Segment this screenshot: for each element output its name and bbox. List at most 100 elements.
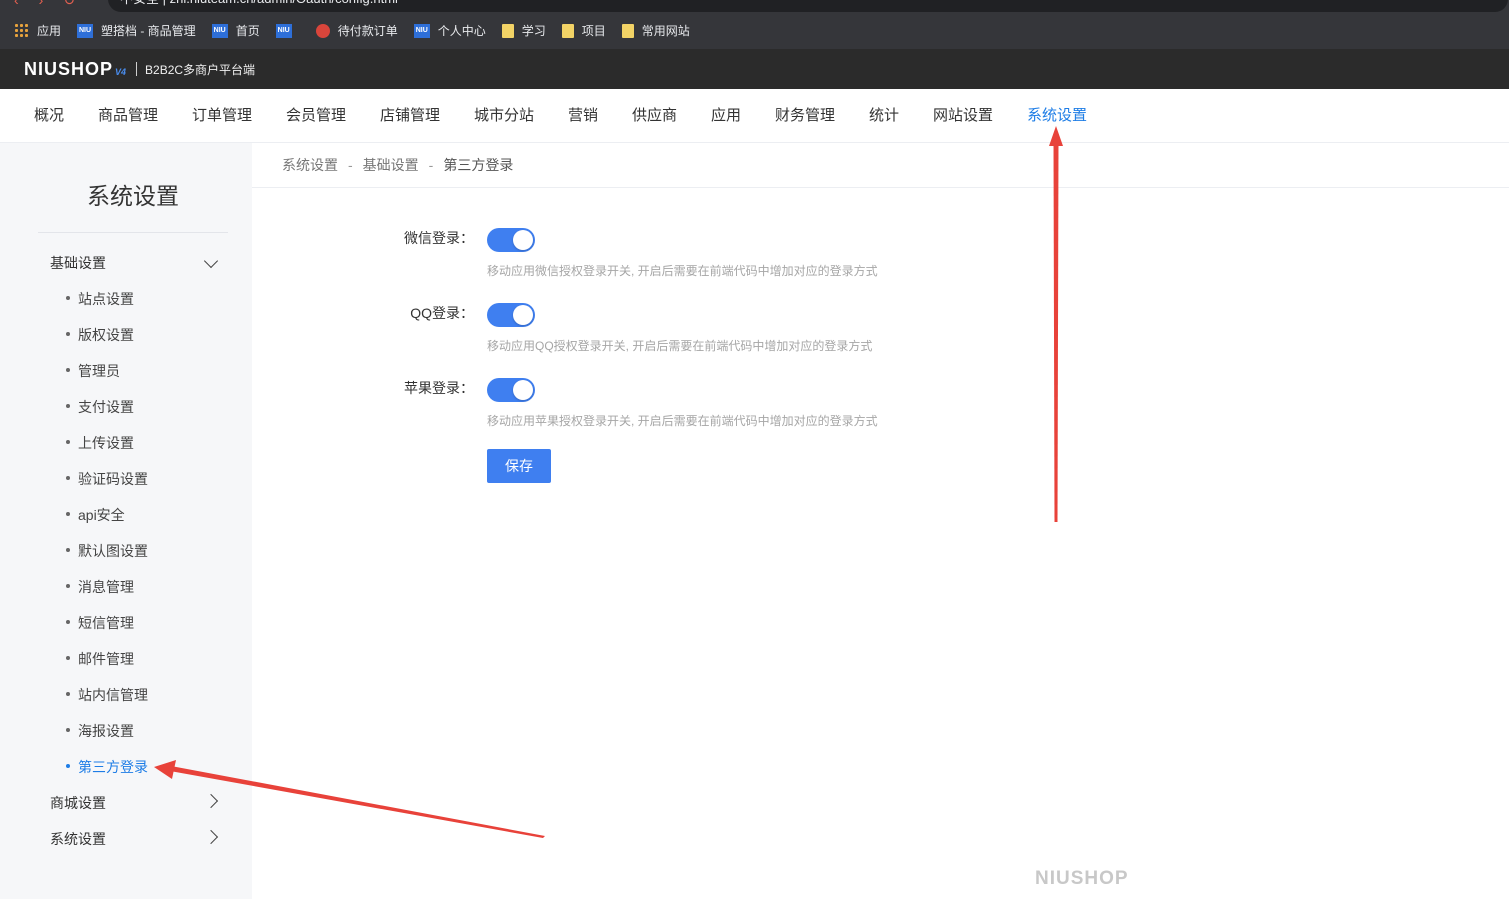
sidebar-item-administrators[interactable]: 管理员 — [66, 361, 120, 381]
wechat-login-hint: 移动应用微信授权登录开关, 开启后需要在前端代码中增加对应的登录方式 — [487, 264, 878, 278]
sidebar-item-email-management[interactable]: 邮件管理 — [66, 649, 134, 669]
bullet-dot — [66, 764, 70, 769]
bookmarks-bar: 应用 NIU 塑搭档 - 商品管理 NIU 首页 NIU 待付款订单 NIU 个人中心… — [0, 12, 1509, 49]
sidebar-item-label: 支付设置 — [78, 399, 134, 415]
sidebar-title: 系统设置 — [87, 183, 179, 209]
bookmark-label: 项目 — [581, 24, 606, 38]
nav-stores[interactable]: 店铺管理 — [380, 89, 440, 143]
niushop-logo[interactable]: NIUSHOP — [24, 59, 113, 80]
nav-orders[interactable]: 订单管理 — [192, 89, 252, 143]
apple-login-toggle[interactable] — [487, 378, 535, 402]
qq-login-hint: 移动应用QQ授权登录开关, 开启后需要在前端代码中增加对应的登录方式 — [487, 339, 873, 353]
sidebar-item-label: 站点设置 — [78, 291, 134, 307]
nav-overview[interactable]: 概况 — [34, 89, 64, 143]
nav-members[interactable]: 会员管理 — [286, 89, 346, 143]
bullet-dot — [66, 584, 70, 589]
nav-products[interactable]: 商品管理 — [98, 89, 158, 143]
bullet-dot — [66, 296, 70, 301]
toggle-knob — [513, 230, 533, 250]
sidebar-item-label: 短信管理 — [78, 615, 134, 631]
bookmark-folder-projects[interactable]: 项目 — [561, 22, 606, 39]
nav-apps[interactable]: 应用 — [711, 89, 741, 143]
bookmark-folder-sites[interactable]: 常用网站 — [621, 22, 690, 39]
sidebar-item-payment-settings[interactable]: 支付设置 — [66, 397, 134, 417]
sidebar-item-captcha-settings[interactable]: 验证码设置 — [66, 469, 148, 489]
bullet-dot — [66, 332, 70, 337]
bookmark-home[interactable]: NIU 首页 — [211, 22, 260, 39]
toggle-knob — [513, 380, 533, 400]
bookmark-label: 塑搭档 - 商品管理 — [101, 24, 196, 38]
wechat-login-label: 微信登录： — [404, 230, 474, 246]
sidebar-item-api-security[interactable]: api安全 — [66, 505, 125, 525]
breadcrumb-separator: - — [348, 157, 353, 173]
bullet-dot — [66, 620, 70, 625]
logo-divider — [136, 62, 138, 76]
breadcrumb-third-party-login: 第三方登录 — [443, 157, 514, 173]
qq-login-toggle[interactable] — [487, 303, 535, 327]
bookmark-pending-orders[interactable]: 待付款订单 — [315, 22, 398, 39]
sidebar-item-sms-management[interactable]: 短信管理 — [66, 613, 134, 633]
apple-login-hint: 移动应用苹果授权登录开关, 开启后需要在前端代码中增加对应的登录方式 — [487, 414, 878, 428]
address-bar[interactable]: 不安全 | zhi.niuteam.cn/admin/Oauth/config.… — [108, 0, 1508, 12]
bookmark-product-management[interactable]: NIU 塑搭档 - 商品管理 — [77, 22, 196, 39]
sidebar-item-site-settings[interactable]: 站点设置 — [66, 289, 134, 309]
qq-login-label: QQ登录： — [410, 305, 474, 321]
bookmark-personal-center[interactable]: NIU 个人中心 — [413, 22, 486, 39]
toggle-knob — [513, 305, 533, 325]
nav-finance[interactable]: 财务管理 — [775, 89, 835, 143]
nav-marketing[interactable]: 营销 — [568, 89, 598, 143]
sidebar-item-message-management[interactable]: 消息管理 — [66, 577, 134, 597]
sidebar-group-system-settings[interactable]: 系统设置 — [50, 829, 106, 849]
save-button[interactable]: 保存 — [487, 449, 551, 483]
sidebar-item-label: 默认图设置 — [78, 543, 148, 559]
sidebar-group-mall-settings[interactable]: 商城设置 — [50, 793, 106, 813]
logo-version: V4 — [115, 67, 127, 77]
nav-city-stations[interactable]: 城市分站 — [474, 89, 534, 143]
sidebar-item-internal-mail[interactable]: 站内信管理 — [66, 685, 148, 705]
sidebar-item-label: api安全 — [78, 507, 125, 523]
breadcrumb-system-settings[interactable]: 系统设置 — [282, 157, 338, 173]
bullet-dot — [66, 692, 70, 697]
sidebar-item-label: 站内信管理 — [78, 687, 148, 703]
breadcrumb-separator: - — [428, 157, 434, 173]
sidebar-item-upload-settings[interactable]: 上传设置 — [66, 433, 134, 453]
chevron-right-icon[interactable] — [203, 829, 219, 845]
platform-name: B2B2C多商户平台端 — [145, 62, 256, 77]
nav-system-settings[interactable]: 系统设置 — [1027, 89, 1087, 143]
bullet-dot — [66, 440, 70, 445]
nav-statistics[interactable]: 统计 — [869, 89, 899, 143]
nav-suppliers[interactable]: 供应商 — [632, 89, 677, 143]
bookmark-label: 应用 — [37, 24, 62, 38]
breadcrumb-basic-settings[interactable]: 基础设置 — [363, 157, 419, 173]
browser-nav-icons[interactable]: ‹›↻ — [14, 0, 95, 9]
bookmark-folder-study[interactable]: 学习 — [501, 22, 546, 39]
sidebar-item-label: 第三方登录 — [78, 759, 148, 775]
bookmark-label: 学习 — [521, 24, 546, 38]
sidebar-item-label: 版权设置 — [78, 327, 134, 343]
nav-website-settings[interactable]: 网站设置 — [933, 89, 993, 143]
admin-header: NIUSHOP V4 B2B2C多商户平台端 — [0, 49, 1509, 89]
bookmark-apps[interactable]: 应用 — [14, 22, 61, 39]
niu-favicon-icon: NIU — [77, 23, 94, 38]
bookmark-label: 首页 — [235, 24, 260, 38]
wechat-login-toggle[interactable] — [487, 228, 535, 252]
sidebar-item-label: 验证码设置 — [78, 471, 148, 487]
bullet-dot — [66, 548, 70, 553]
bookmark-label: 个人中心 — [437, 24, 486, 38]
main-nav: 概况 商品管理 订单管理 会员管理 店铺管理 城市分站 营销 供应商 应用 财务… — [0, 89, 1509, 143]
sidebar-item-copyright-settings[interactable]: 版权设置 — [66, 325, 134, 345]
chevron-down-icon[interactable] — [203, 253, 219, 269]
sidebar-item-third-party-login[interactable]: 第三方登录 — [66, 757, 148, 777]
apple-login-label: 苹果登录： — [404, 380, 474, 396]
bullet-dot — [66, 404, 70, 409]
sidebar-item-label: 消息管理 — [78, 579, 134, 595]
sidebar-item-default-image[interactable]: 默认图设置 — [66, 541, 148, 561]
bullet-dot — [66, 656, 70, 661]
sidebar-item-poster-settings[interactable]: 海报设置 — [66, 721, 134, 741]
sidebar-group-basic-settings[interactable]: 基础设置 — [50, 253, 106, 273]
bookmark-niu[interactable]: NIU — [275, 23, 300, 38]
bullet-dot — [66, 512, 70, 517]
sidebar-item-label: 上传设置 — [78, 435, 134, 451]
chevron-right-icon[interactable] — [203, 793, 219, 809]
bookmark-label: 待付款订单 — [337, 24, 398, 38]
